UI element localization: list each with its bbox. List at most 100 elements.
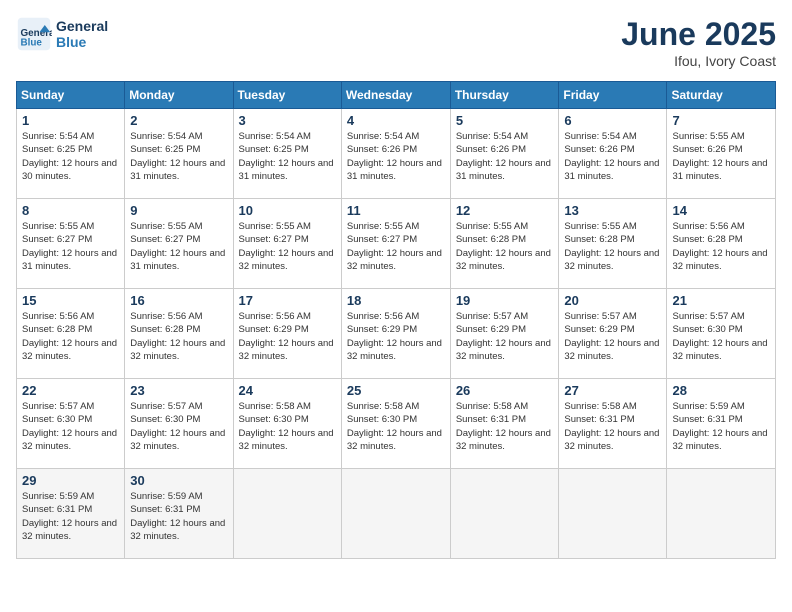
month-title: June 2025: [621, 16, 776, 53]
day-number: 10: [239, 203, 336, 218]
calendar-cell: 14 Sunrise: 5:56 AMSunset: 6:28 PMDayligh…: [667, 199, 776, 289]
calendar-cell: 11Sunrise: 5:55 AMSunset: 6:27 PMDayligh…: [341, 199, 450, 289]
day-number: 17: [239, 293, 336, 308]
day-info: Sunrise: 5:55 AMSunset: 6:26 PMDaylight:…: [672, 130, 770, 183]
day-number: 23: [130, 383, 227, 398]
day-info: Sunrise: 5:59 AMSunset: 6:31 PMDaylight:…: [130, 490, 227, 543]
calendar-week-row: 15 Sunrise: 5:56 AMSunset: 6:28 PMDayligh…: [17, 289, 776, 379]
day-info: Sunrise: 5:56 AMSunset: 6:28 PMDaylight:…: [130, 310, 227, 363]
weekday-header: Sunday: [17, 82, 125, 109]
calendar-cell: 27 Sunrise: 5:58 AMSunset: 6:31 PMDayligh…: [559, 379, 667, 469]
calendar-cell: [341, 469, 450, 559]
day-number: 28: [672, 383, 770, 398]
day-info: Sunrise: 5:54 AMSunset: 6:26 PMDaylight:…: [347, 130, 445, 183]
calendar-cell: 16 Sunrise: 5:56 AMSunset: 6:28 PMDayligh…: [125, 289, 233, 379]
calendar-week-row: 29 Sunrise: 5:59 AMSunset: 6:31 PMDayligh…: [17, 469, 776, 559]
day-number: 24: [239, 383, 336, 398]
day-info: Sunrise: 5:59 AMSunset: 6:31 PMDaylight:…: [22, 490, 119, 543]
calendar-week-row: 1 Sunrise: 5:54 AMSunset: 6:25 PMDaylight…: [17, 109, 776, 199]
day-info: Sunrise: 5:57 AMSunset: 6:29 PMDaylight:…: [564, 310, 661, 363]
day-info: Sunrise: 5:57 AMSunset: 6:30 PMDaylight:…: [130, 400, 227, 453]
logo-text: GeneralBlue: [56, 18, 108, 50]
day-number: 13: [564, 203, 661, 218]
day-info: Sunrise: 5:58 AMSunset: 6:31 PMDaylight:…: [564, 400, 661, 453]
day-number: 29: [22, 473, 119, 488]
calendar-cell: 4 Sunrise: 5:54 AMSunset: 6:26 PMDaylight…: [341, 109, 450, 199]
day-info: Sunrise: 5:54 AMSunset: 6:25 PMDaylight:…: [130, 130, 227, 183]
calendar-cell: 29 Sunrise: 5:59 AMSunset: 6:31 PMDayligh…: [17, 469, 125, 559]
calendar-cell: [667, 469, 776, 559]
title-block: June 2025 Ifou, Ivory Coast: [621, 16, 776, 69]
day-number: 22: [22, 383, 119, 398]
calendar-week-row: 22 Sunrise: 5:57 AMSunset: 6:30 PMDayligh…: [17, 379, 776, 469]
day-number: 1: [22, 113, 119, 128]
calendar-cell: 21 Sunrise: 5:57 AMSunset: 6:30 PMDayligh…: [667, 289, 776, 379]
calendar-cell: 12 Sunrise: 5:55 AMSunset: 6:28 PMDayligh…: [450, 199, 559, 289]
day-info: Sunrise: 5:57 AMSunset: 6:29 PMDaylight:…: [456, 310, 554, 363]
day-info: Sunrise: 5:56 AMSunset: 6:28 PMDaylight:…: [672, 220, 770, 273]
day-number: 11: [347, 203, 445, 218]
day-number: 30: [130, 473, 227, 488]
day-info: Sunrise: 5:56 AMSunset: 6:28 PMDaylight:…: [22, 310, 119, 363]
day-info: Sunrise: 5:54 AMSunset: 6:25 PMDaylight:…: [22, 130, 119, 183]
day-info: Sunrise: 5:57 AMSunset: 6:30 PMDaylight:…: [672, 310, 770, 363]
weekday-header: Saturday: [667, 82, 776, 109]
calendar-cell: 5Sunrise: 5:54 AMSunset: 6:26 PMDaylight…: [450, 109, 559, 199]
day-info: Sunrise: 5:54 AMSunset: 6:25 PMDaylight:…: [239, 130, 336, 183]
calendar-cell: 13 Sunrise: 5:55 AMSunset: 6:28 PMDayligh…: [559, 199, 667, 289]
day-info: Sunrise: 5:55 AMSunset: 6:27 PMDaylight:…: [130, 220, 227, 273]
weekday-header: Friday: [559, 82, 667, 109]
day-number: 18: [347, 293, 445, 308]
calendar-cell: 7 Sunrise: 5:55 AMSunset: 6:26 PMDaylight…: [667, 109, 776, 199]
weekday-header: Monday: [125, 82, 233, 109]
calendar-week-row: 8Sunrise: 5:55 AMSunset: 6:27 PMDaylight…: [17, 199, 776, 289]
day-number: 14: [672, 203, 770, 218]
calendar-cell: 20 Sunrise: 5:57 AMSunset: 6:29 PMDayligh…: [559, 289, 667, 379]
logo-icon: General Blue: [16, 16, 52, 52]
day-info: Sunrise: 5:55 AMSunset: 6:27 PMDaylight:…: [22, 220, 119, 273]
weekday-header: Thursday: [450, 82, 559, 109]
calendar-cell: 8Sunrise: 5:55 AMSunset: 6:27 PMDaylight…: [17, 199, 125, 289]
calendar-cell: 22 Sunrise: 5:57 AMSunset: 6:30 PMDayligh…: [17, 379, 125, 469]
day-number: 6: [564, 113, 661, 128]
day-info: Sunrise: 5:55 AMSunset: 6:28 PMDaylight:…: [456, 220, 554, 273]
day-number: 12: [456, 203, 554, 218]
weekday-header: Wednesday: [341, 82, 450, 109]
day-number: 3: [239, 113, 336, 128]
calendar-cell: 26 Sunrise: 5:58 AMSunset: 6:31 PMDayligh…: [450, 379, 559, 469]
day-number: 4: [347, 113, 445, 128]
day-number: 21: [672, 293, 770, 308]
day-number: 26: [456, 383, 554, 398]
calendar-cell: 2Sunrise: 5:54 AMSunset: 6:25 PMDaylight…: [125, 109, 233, 199]
day-number: 16: [130, 293, 227, 308]
calendar-cell: 1 Sunrise: 5:54 AMSunset: 6:25 PMDaylight…: [17, 109, 125, 199]
weekday-header: Tuesday: [233, 82, 341, 109]
calendar-cell: [233, 469, 341, 559]
calendar-cell: 30 Sunrise: 5:59 AMSunset: 6:31 PMDayligh…: [125, 469, 233, 559]
calendar-cell: 24 Sunrise: 5:58 AMSunset: 6:30 PMDayligh…: [233, 379, 341, 469]
day-info: Sunrise: 5:58 AMSunset: 6:30 PMDaylight:…: [239, 400, 336, 453]
day-number: 27: [564, 383, 661, 398]
calendar-cell: 25Sunrise: 5:58 AMSunset: 6:30 PMDayligh…: [341, 379, 450, 469]
calendar-cell: 18 Sunrise: 5:56 AMSunset: 6:29 PMDayligh…: [341, 289, 450, 379]
day-info: Sunrise: 5:55 AMSunset: 6:27 PMDaylight:…: [239, 220, 336, 273]
day-info: Sunrise: 5:56 AMSunset: 6:29 PMDaylight:…: [347, 310, 445, 363]
calendar-cell: 6 Sunrise: 5:54 AMSunset: 6:26 PMDaylight…: [559, 109, 667, 199]
day-info: Sunrise: 5:58 AMSunset: 6:31 PMDaylight:…: [456, 400, 554, 453]
day-number: 15: [22, 293, 119, 308]
calendar-cell: [559, 469, 667, 559]
weekday-header-row: SundayMondayTuesdayWednesdayThursdayFrid…: [17, 82, 776, 109]
calendar-cell: 23 Sunrise: 5:57 AMSunset: 6:30 PMDayligh…: [125, 379, 233, 469]
day-number: 20: [564, 293, 661, 308]
day-info: Sunrise: 5:57 AMSunset: 6:30 PMDaylight:…: [22, 400, 119, 453]
page-header: General Blue GeneralBlue June 2025 Ifou,…: [16, 16, 776, 69]
day-info: Sunrise: 5:54 AMSunset: 6:26 PMDaylight:…: [564, 130, 661, 183]
day-info: Sunrise: 5:55 AMSunset: 6:28 PMDaylight:…: [564, 220, 661, 273]
calendar-cell: 3 Sunrise: 5:54 AMSunset: 6:25 PMDaylight…: [233, 109, 341, 199]
day-number: 9: [130, 203, 227, 218]
day-info: Sunrise: 5:58 AMSunset: 6:30 PMDaylight:…: [347, 400, 445, 453]
day-number: 7: [672, 113, 770, 128]
svg-text:Blue: Blue: [21, 38, 43, 49]
day-info: Sunrise: 5:54 AMSunset: 6:26 PMDaylight:…: [456, 130, 554, 183]
calendar-cell: 17Sunrise: 5:56 AMSunset: 6:29 PMDayligh…: [233, 289, 341, 379]
